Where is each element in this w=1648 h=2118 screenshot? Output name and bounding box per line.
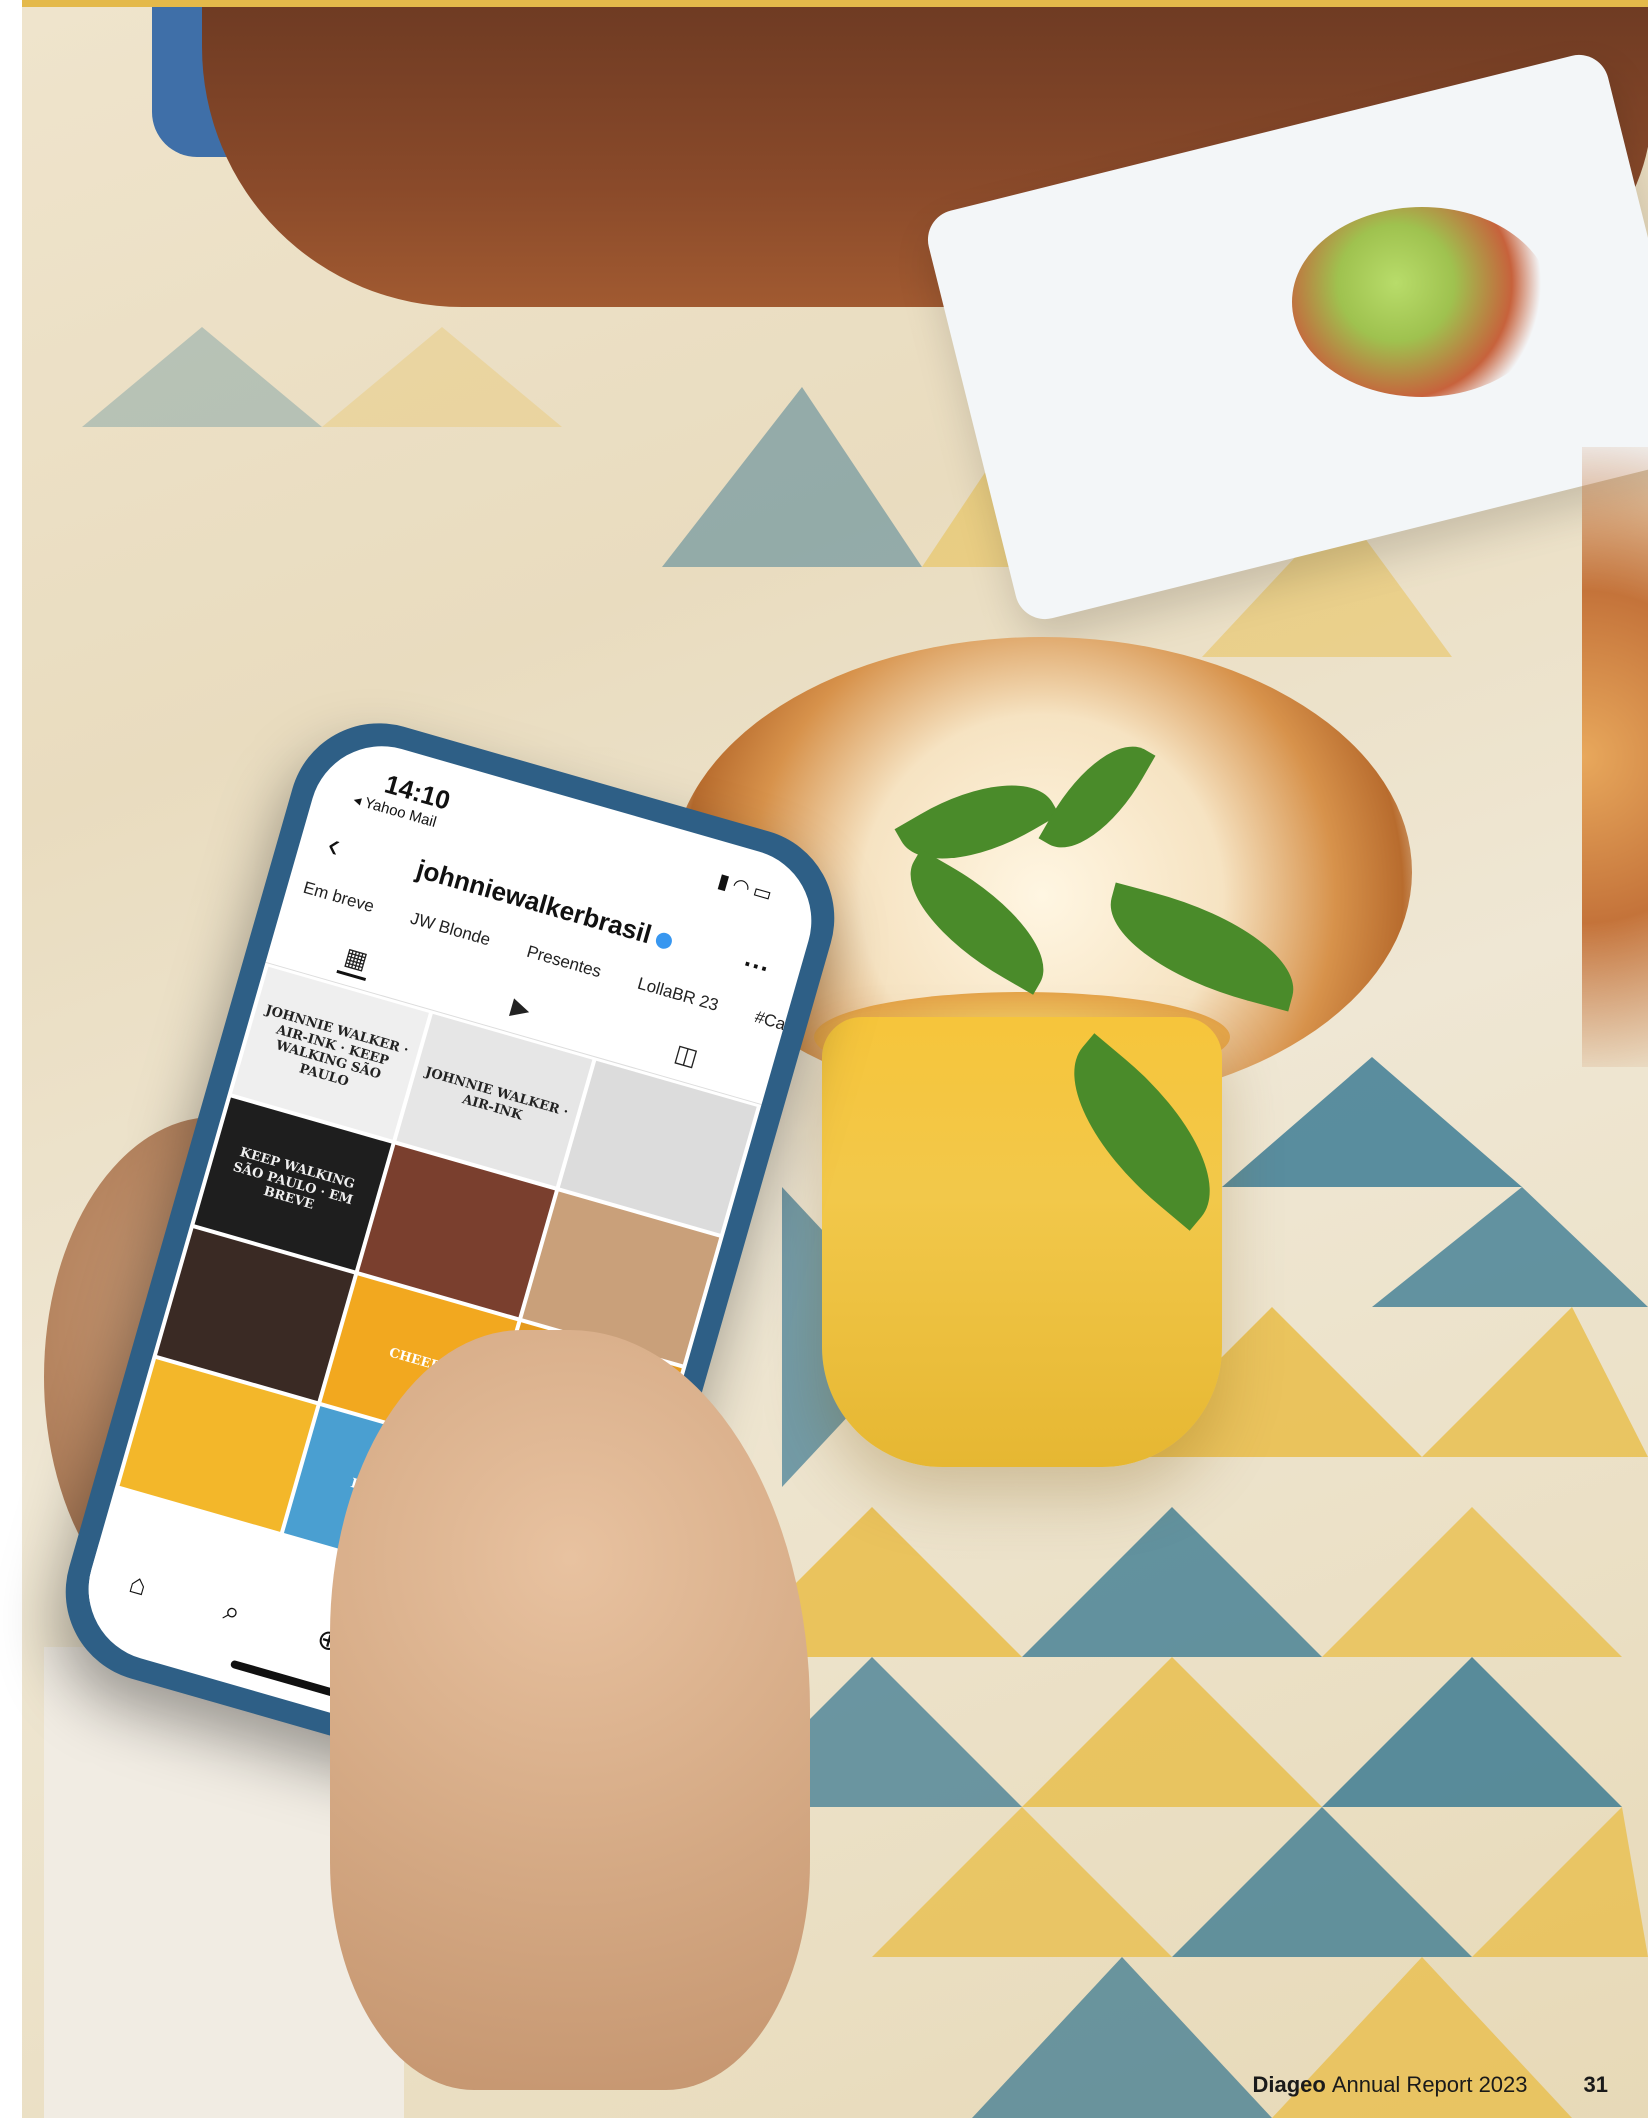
post-caption-text: JOHNNIE WALKER · AIR-INK · KEEP WALKING …: [263, 1002, 411, 1090]
post-caption-text: KEEP WALKING SÃO PAULO · EM BREVE: [231, 1145, 357, 1213]
more-options-button[interactable]: ···: [740, 948, 773, 985]
right-hand: [330, 1330, 810, 2090]
battery-icon: ▭: [750, 879, 779, 908]
post-caption-text: [145, 1425, 290, 1467]
post-caption-text: [183, 1294, 328, 1336]
profile-handle: johnniewalkerbrasil: [413, 854, 676, 957]
yellow-cocktail: [822, 1017, 1222, 1467]
footer-report-title: Annual Report 2023: [1331, 2072, 1528, 2097]
post-caption-text: JOHNNIE WALKER · AIR-INK: [423, 1064, 570, 1124]
highlight-em-breve[interactable]: Em breve: [301, 878, 376, 916]
home-icon[interactable]: ⌂: [126, 1567, 151, 1602]
footer-brand: Diageo: [1252, 2072, 1326, 2097]
plate-right-edge: [1582, 447, 1648, 1067]
grid-tab-icon[interactable]: ▦: [336, 940, 375, 981]
post-caption-text: [384, 1210, 529, 1252]
back-arrow-icon[interactable]: ‹: [323, 825, 344, 866]
post-caption-text: [549, 1257, 694, 1299]
post-caption-text: [586, 1127, 731, 1169]
taco-on-tray: [1292, 207, 1552, 397]
page-number: 31: [1583, 2072, 1608, 2097]
top-accent-stripe: [0, 0, 1648, 7]
tagged-tab-icon[interactable]: ◫: [668, 1037, 705, 1074]
report-page: 14:10 ◂ Yahoo Mail ▮◠▭ ‹ johnniewalkerbr…: [0, 0, 1648, 2118]
page-footer: Diageo Annual Report 2023 31: [1252, 2072, 1608, 2098]
highlight-lollabr[interactable]: LollaBR 23: [635, 974, 720, 1015]
highlight-presentes[interactable]: Presentes: [525, 942, 604, 981]
left-margin: [0, 0, 22, 2118]
status-icons: ▮◠▭: [715, 868, 779, 908]
reels-tab-icon[interactable]: ▶: [502, 989, 539, 1026]
verified-badge-icon: [653, 930, 674, 951]
search-icon[interactable]: ⌕: [220, 1594, 245, 1630]
highlight-jw-blonde[interactable]: JW Blonde: [408, 909, 492, 950]
